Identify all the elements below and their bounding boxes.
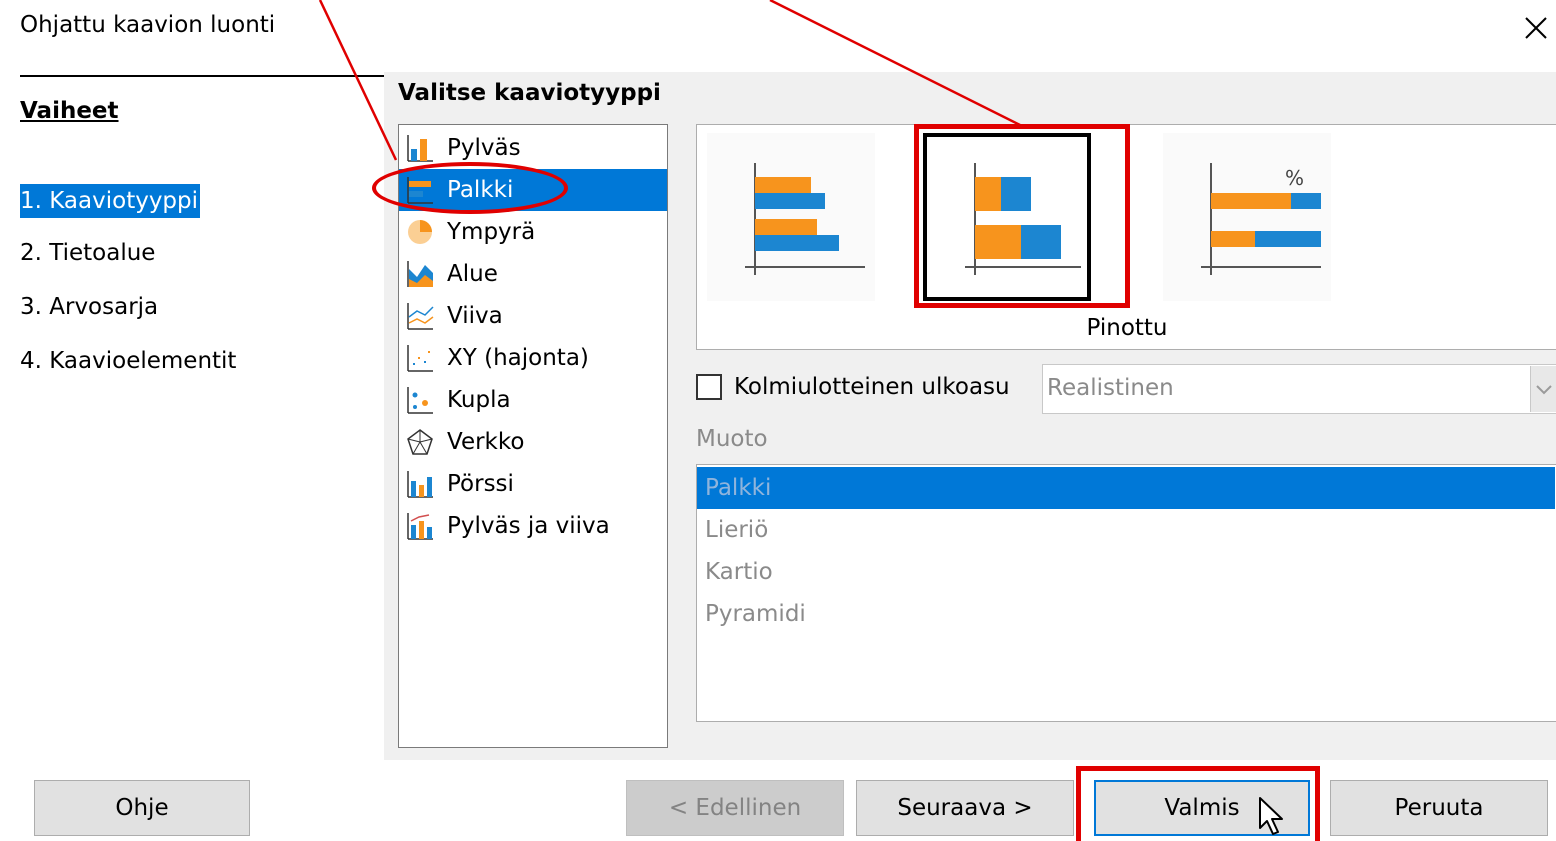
chart-type-label: Viiva	[447, 303, 503, 329]
column-line-chart-icon	[407, 513, 433, 540]
step-data-range[interactable]: 2. Tietoalue	[20, 236, 157, 270]
cancel-button[interactable]: Peruuta	[1330, 780, 1548, 836]
variant-percent-stacked[interactable]: %	[1163, 133, 1331, 301]
chart-type-label: Pörssi	[447, 471, 514, 497]
chart-type-label: Pylväs	[447, 135, 521, 161]
chart-type-item-bubble[interactable]: Kupla	[399, 379, 667, 421]
chart-type-item-area[interactable]: Alue	[399, 253, 667, 295]
shape-item-cylinder[interactable]: Lieriö	[697, 509, 1555, 551]
normal-bar-chart-icon	[745, 163, 865, 275]
chart-type-item-pie[interactable]: Ympyrä	[399, 211, 667, 253]
chart-wizard-dialog: Ohjattu kaavion luonti Vaiheet 1. Kaavio…	[0, 0, 1556, 841]
shape-item-cone[interactable]: Kartio	[697, 551, 1555, 593]
steps-heading: Vaiheet	[20, 98, 119, 124]
chevron-down-icon	[1536, 385, 1552, 395]
mouse-cursor-icon	[1259, 797, 1283, 835]
shape-list[interactable]: Palkki Lieriö Kartio Pyramidi	[696, 464, 1556, 722]
steps-panel: Vaiheet 1. Kaaviotyyppi 2. Tietoalue 3. …	[0, 60, 384, 760]
stacked-bar-chart-icon	[965, 163, 1081, 275]
step-chart-elements[interactable]: 4. Kaavioelementit	[20, 344, 238, 378]
net-chart-icon	[407, 429, 433, 455]
chart-type-item-net[interactable]: Verkko	[399, 421, 667, 463]
three-d-label: Kolmiulotteinen ulkoasu	[734, 374, 1010, 400]
next-button[interactable]: Seuraava >	[856, 780, 1074, 836]
bar-chart-icon	[407, 177, 433, 204]
chart-type-list[interactable]: Pylväs Palkki Ympyrä Alue Viiva XY (hajo…	[398, 124, 668, 748]
chart-type-heading: Valitse kaaviotyyppi	[398, 80, 661, 106]
chart-type-page: Valitse kaaviotyyppi Pylväs Palkki Ympyr…	[384, 72, 1556, 760]
percent-stacked-bar-chart-icon: %	[1201, 163, 1321, 275]
chart-type-label: Pylväs ja viiva	[447, 513, 610, 539]
variant-stacked[interactable]	[923, 133, 1091, 301]
chart-type-label: Ympyrä	[447, 219, 536, 245]
three-d-checkbox[interactable]	[696, 374, 722, 400]
back-button[interactable]: < Edellinen	[626, 780, 844, 836]
help-button[interactable]: Ohje	[34, 780, 250, 836]
column-chart-icon	[407, 135, 433, 162]
chart-type-label: XY (hajonta)	[447, 345, 589, 371]
chart-type-label: Verkko	[447, 429, 525, 455]
chart-type-item-line[interactable]: Viiva	[399, 295, 667, 337]
title-bar: Ohjattu kaavion luonti	[0, 0, 1556, 60]
chart-type-item-bar[interactable]: Palkki	[399, 169, 667, 211]
pie-chart-icon	[408, 220, 432, 244]
step-data-series[interactable]: 3. Arvosarja	[20, 290, 160, 324]
close-icon	[1525, 17, 1547, 39]
variant-caption: Pinottu	[1086, 315, 1168, 341]
chart-type-label: Kupla	[447, 387, 511, 413]
steps-divider	[20, 75, 384, 77]
window-title: Ohjattu kaavion luonti	[20, 12, 276, 38]
stock-chart-icon	[407, 471, 433, 498]
shape-label: Muoto	[696, 426, 768, 452]
variant-normal[interactable]	[707, 133, 875, 301]
step-chart-type[interactable]: 1. Kaaviotyyppi	[20, 184, 201, 218]
chart-type-item-stock[interactable]: Pörssi	[399, 463, 667, 505]
chart-type-item-column-line[interactable]: Pylväs ja viiva	[399, 505, 667, 547]
three-d-style-dropdown-button[interactable]	[1530, 366, 1556, 412]
three-d-style-select[interactable]: Realistinen	[1042, 364, 1556, 414]
bubble-chart-icon	[407, 387, 433, 414]
area-chart-icon	[407, 261, 433, 287]
chart-type-item-scatter[interactable]: XY (hajonta)	[399, 337, 667, 379]
close-button[interactable]	[1516, 8, 1556, 48]
percent-symbol: %	[1285, 166, 1304, 190]
chart-type-label: Palkki	[447, 177, 514, 203]
shape-item-pyramid[interactable]: Pyramidi	[697, 593, 1555, 635]
shape-item-bar[interactable]: Palkki	[697, 467, 1555, 509]
scatter-chart-icon	[407, 345, 433, 372]
chart-type-item-column[interactable]: Pylväs	[399, 127, 667, 169]
chart-type-label: Alue	[447, 261, 498, 287]
chart-variant-panel: % Pinottu	[696, 124, 1556, 350]
line-chart-icon	[407, 303, 434, 330]
